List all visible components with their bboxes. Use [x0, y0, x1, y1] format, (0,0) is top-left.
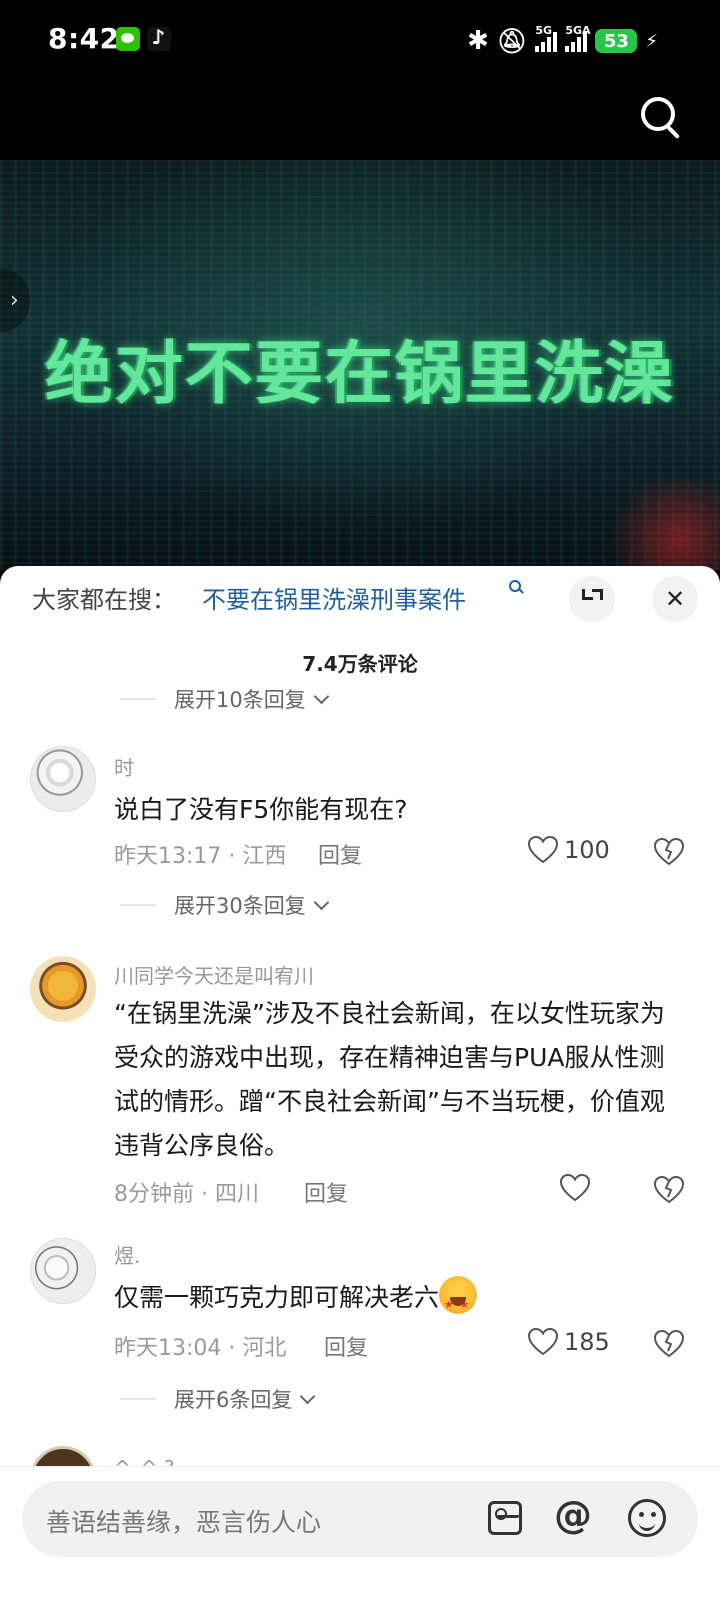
comment-text: 说白了没有F5你能有现在? — [114, 795, 408, 824]
like-button[interactable]: 100 — [528, 836, 610, 864]
expand-replies-button[interactable]: 展开10条回复 — [120, 684, 330, 714]
comment-meta: 昨天13:17 · 江西 — [114, 844, 287, 869]
dislike-icon[interactable] — [654, 1330, 684, 1358]
expand-replies-button[interactable]: 展开6条回复 — [120, 1384, 316, 1414]
comment-meta: 昨天13:04 · 河北 — [114, 1336, 287, 1361]
chevron-down-icon — [313, 894, 330, 910]
search-small-icon — [509, 580, 523, 594]
top-bar — [0, 84, 720, 160]
search-icon[interactable] — [638, 94, 684, 140]
mute-icon: 🔕︎ — [496, 27, 528, 55]
hot-search-link[interactable]: 不要在锅里洗澡刑事案件 — [202, 580, 466, 615]
comment-username[interactable]: 煜. — [114, 1240, 140, 1269]
avatar[interactable] — [30, 1238, 96, 1304]
comment-input-placeholder: 善语结善缘，恶言伤人心 — [46, 1508, 322, 1537]
hot-search-prefix: 大家都在搜： — [32, 586, 176, 614]
heart-icon — [560, 1174, 590, 1202]
video-player[interactable]: › 绝对不要在锅里洗澡 — [0, 160, 720, 570]
star-struck-emoji-icon — [439, 1276, 478, 1327]
image-icon[interactable] — [488, 1501, 522, 1535]
comment-sheet: 大家都在搜： 不要在锅里洗澡刑事案件 ✕ 7.4万条评论 展开10条回复 时 说… — [0, 566, 720, 1600]
comment-count: 7.4万条评论 — [302, 652, 418, 676]
expand-replies-button[interactable]: 展开30条回复 — [120, 890, 330, 920]
bluetooth-icon: ✱ — [467, 26, 489, 56]
sheet-header: 大家都在搜： 不要在锅里洗澡刑事案件 ✕ — [0, 566, 720, 626]
avatar[interactable] — [30, 746, 96, 812]
like-button[interactable]: 185 — [528, 1328, 610, 1356]
like-count: 100 — [564, 836, 610, 864]
dislike-icon[interactable] — [654, 838, 684, 866]
divider — [120, 904, 156, 906]
wechat-icon — [116, 27, 140, 51]
status-icons: ✱ 🔕︎ 5G 5GA 53 ⚡ — [467, 24, 658, 58]
battery-icon: 53 — [595, 29, 638, 53]
expand-sheet-button[interactable] — [569, 576, 615, 622]
charging-icon: ⚡ — [645, 30, 658, 52]
video-title-text: 绝对不要在锅里洗澡 — [44, 335, 675, 414]
tiktok-icon — [147, 25, 171, 51]
signal-icon-2: 5GA — [565, 24, 591, 52]
signal-icon: 5G — [535, 24, 558, 52]
avatar[interactable] — [30, 956, 96, 1022]
comment-input[interactable]: 善语结善缘，恶言伤人心 @ — [22, 1481, 698, 1557]
expand-replies-label: 展开6条回复 — [174, 1388, 293, 1412]
divider — [120, 698, 156, 700]
comment-input-bar: 善语结善缘，恶言伤人心 @ — [0, 1466, 720, 1600]
comment-text: 仅需一颗巧克力即可解决老六 — [114, 1283, 440, 1312]
heart-icon — [528, 1328, 558, 1356]
comment-username[interactable]: 川同学今天还是叫宥川 — [114, 960, 314, 989]
comment-username[interactable]: 时 — [114, 752, 134, 781]
expand-replies-label: 展开10条回复 — [174, 688, 306, 712]
like-count: 185 — [564, 1328, 610, 1356]
reply-button[interactable]: 回复 — [324, 1330, 368, 1362]
comment-text: “在锅里洗澡”涉及不良社会新闻，在以女性玩家为受众的游戏中出现，存在精神迫害与P… — [114, 999, 665, 1160]
mention-icon[interactable]: @ — [554, 1493, 592, 1537]
like-button[interactable] — [560, 1174, 590, 1202]
reply-button[interactable]: 回复 — [318, 838, 362, 870]
reply-button[interactable]: 回复 — [304, 1176, 348, 1208]
network-label-2: 5GA — [565, 24, 591, 37]
status-time: 8:42 — [48, 22, 120, 55]
close-button[interactable]: ✕ — [652, 576, 698, 622]
dislike-icon[interactable] — [654, 1176, 684, 1204]
divider — [120, 1398, 156, 1400]
chevron-down-icon — [300, 1388, 316, 1404]
status-bar: 8:42 ✱ 🔕︎ 5G 5GA 53 ⚡ — [0, 0, 720, 84]
chevron-down-icon — [313, 688, 330, 704]
heart-icon — [528, 836, 558, 864]
emoji-icon[interactable] — [628, 1499, 666, 1537]
expand-replies-label: 展开30条回复 — [174, 894, 306, 918]
network-label-1: 5G — [535, 24, 553, 37]
comment-meta: 8分钟前 · 四川 — [114, 1182, 259, 1207]
comment-text-row: 仅需一颗巧克力即可解决老六 — [114, 1276, 674, 1327]
